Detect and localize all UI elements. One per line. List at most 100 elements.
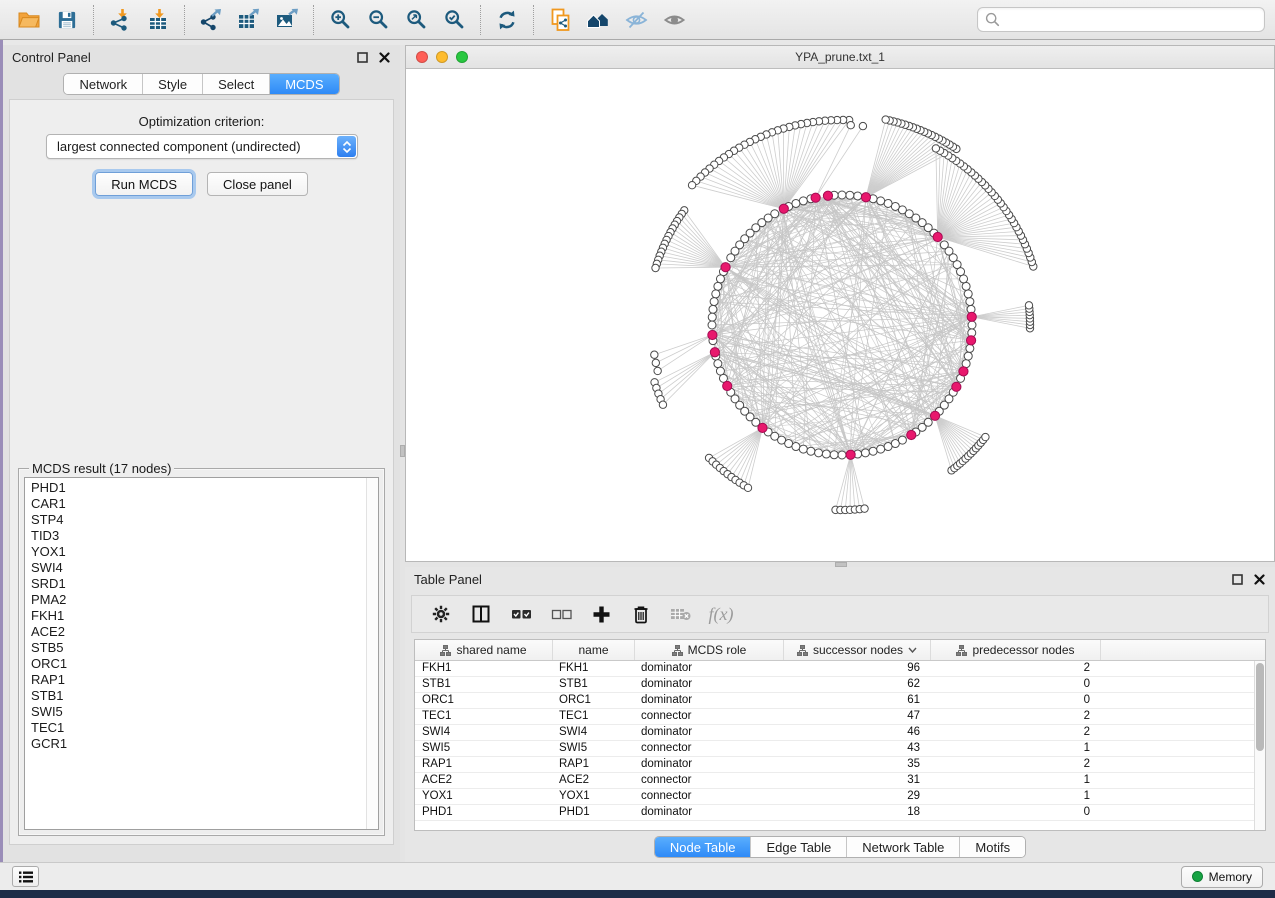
table-row[interactable]: ORC1ORC1dominator610 (415, 693, 1254, 709)
table-row[interactable]: RAP1RAP1dominator352 (415, 757, 1254, 773)
graph-node[interactable] (708, 313, 716, 321)
list-scrollbar[interactable] (366, 478, 378, 829)
column-header-name[interactable]: name (552, 640, 634, 660)
mcds-result-item[interactable]: STP4 (25, 512, 365, 528)
graph-node[interactable] (964, 352, 972, 360)
graph-node[interactable] (962, 282, 970, 290)
graph-hub-node[interactable] (967, 312, 976, 321)
show-all-button[interactable] (655, 3, 693, 37)
open-session-button[interactable] (10, 3, 48, 37)
graph-node[interactable] (898, 436, 906, 444)
hide-selected-button[interactable] (617, 3, 655, 37)
graph-hub-node[interactable] (959, 367, 968, 376)
graph-hub-node[interactable] (933, 232, 942, 241)
graph-node[interactable] (869, 447, 877, 455)
first-neighbors-button[interactable] (579, 3, 617, 37)
graph-hub-node[interactable] (966, 336, 975, 345)
search-input[interactable] (1005, 13, 1257, 27)
graph-leaf-node[interactable] (859, 122, 866, 129)
graph-node[interactable] (830, 451, 838, 459)
mcds-result-item[interactable]: FKH1 (25, 608, 365, 624)
graph-node[interactable] (968, 321, 976, 329)
graph-leaf-node[interactable] (652, 359, 659, 366)
mcds-result-item[interactable]: RAP1 (25, 672, 365, 688)
graph-leaf-node[interactable] (652, 264, 659, 271)
column-header-MCDS-role[interactable]: MCDS role (634, 640, 783, 660)
select-all-button[interactable] (506, 599, 536, 629)
graph-leaf-node[interactable] (651, 351, 658, 358)
graph-leaf-node[interactable] (932, 145, 939, 152)
graph-hub-node[interactable] (861, 193, 870, 202)
graph-node[interactable] (940, 241, 948, 249)
network-graph[interactable] (406, 69, 1274, 561)
search-field[interactable] (977, 7, 1265, 32)
tab-network[interactable]: Network (64, 74, 143, 94)
graph-node[interactable] (966, 298, 974, 306)
graph-leaf-node[interactable] (688, 181, 695, 188)
mcds-result-item[interactable]: PHD1 (25, 480, 365, 496)
graph-leaf-node[interactable] (1025, 302, 1032, 309)
export-network-button[interactable] (192, 3, 230, 37)
table-row[interactable]: TEC1TEC1connector472 (415, 709, 1254, 725)
close-table-panel-button[interactable] (1252, 572, 1266, 586)
float-panel-button[interactable] (355, 50, 369, 64)
graph-hub-node[interactable] (721, 263, 730, 272)
graph-node[interactable] (822, 450, 830, 458)
graph-node[interactable] (792, 443, 800, 451)
graph-node[interactable] (712, 290, 720, 298)
import-network-button[interactable] (101, 3, 139, 37)
graph-node[interactable] (884, 199, 892, 207)
graph-hub-node[interactable] (758, 423, 767, 432)
tab-mcds[interactable]: MCDS (270, 74, 338, 94)
tab-style[interactable]: Style (143, 74, 203, 94)
mcds-result-item[interactable]: YOX1 (25, 544, 365, 560)
float-table-panel-button[interactable] (1230, 572, 1244, 586)
network-window-titlebar[interactable]: YPA_prune.txt_1 (406, 46, 1274, 69)
run-mcds-button[interactable]: Run MCDS (95, 172, 193, 196)
graph-node[interactable] (709, 305, 717, 313)
mcds-result-item[interactable]: SRD1 (25, 576, 365, 592)
save-session-button[interactable] (48, 3, 86, 37)
graph-hub-node[interactable] (723, 381, 732, 390)
mcds-result-item[interactable]: ACE2 (25, 624, 365, 640)
graph-hub-node[interactable] (811, 193, 820, 202)
criterion-select[interactable]: largest connected component (undirected) (46, 134, 358, 159)
graph-hub-node[interactable] (846, 450, 855, 459)
graph-node[interactable] (714, 360, 722, 368)
table-row[interactable]: YOX1YOX1connector291 (415, 789, 1254, 805)
zoom-fit-button[interactable] (397, 3, 435, 37)
graph-leaf-node[interactable] (861, 505, 868, 512)
mcds-result-item[interactable]: GCR1 (25, 736, 365, 752)
graph-node[interactable] (924, 418, 932, 426)
mcds-result-item[interactable]: ORC1 (25, 656, 365, 672)
delete-column-button[interactable] (626, 599, 656, 629)
zoom-selected-button[interactable] (435, 3, 473, 37)
graph-leaf-node[interactable] (882, 116, 889, 123)
show-task-history-button[interactable] (12, 866, 39, 887)
graph-hub-node[interactable] (823, 191, 832, 200)
mcds-result-item[interactable]: STB5 (25, 640, 365, 656)
zoom-in-button[interactable] (321, 3, 359, 37)
mcds-result-item[interactable]: SWI5 (25, 704, 365, 720)
graph-hub-node[interactable] (952, 382, 961, 391)
graph-node[interactable] (710, 298, 718, 306)
graph-leaf-node[interactable] (654, 367, 661, 374)
graph-hub-node[interactable] (907, 430, 916, 439)
graph-hub-node[interactable] (779, 204, 788, 213)
tab-edge-table[interactable]: Edge Table (751, 837, 847, 857)
add-column-button[interactable] (586, 599, 616, 629)
function-builder-button[interactable]: f(x) (706, 599, 736, 629)
graph-leaf-node[interactable] (659, 401, 666, 408)
export-image-button[interactable] (268, 3, 306, 37)
mcds-result-item[interactable]: CAR1 (25, 496, 365, 512)
mcds-result-listbox[interactable]: PHD1CAR1STP4TID3YOX1SWI4SRD1PMA2FKH1ACE2… (24, 477, 379, 830)
tab-select[interactable]: Select (203, 74, 270, 94)
table-row[interactable]: SWI4SWI4dominator462 (415, 725, 1254, 741)
graph-node[interactable] (815, 449, 823, 457)
network-canvas[interactable] (406, 69, 1274, 561)
unselect-all-button[interactable] (546, 599, 576, 629)
export-table-button[interactable] (230, 3, 268, 37)
tab-motifs[interactable]: Motifs (960, 837, 1025, 857)
graph-node[interactable] (727, 254, 735, 262)
tab-network-table[interactable]: Network Table (847, 837, 960, 857)
